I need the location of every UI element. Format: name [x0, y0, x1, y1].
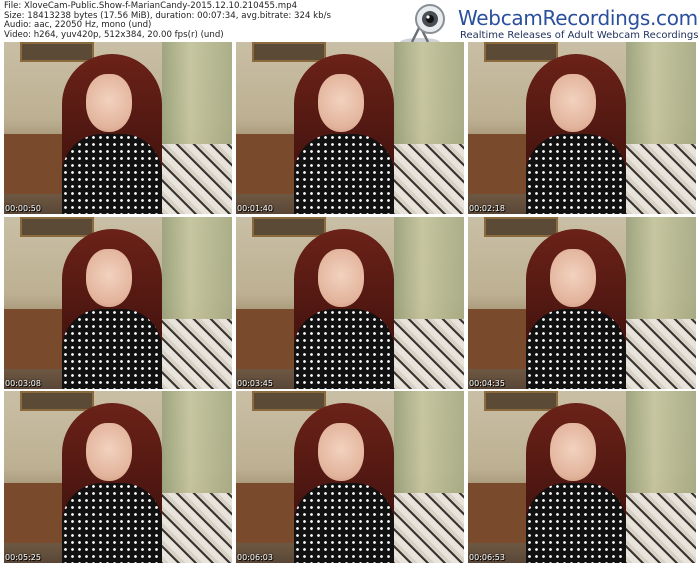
thumbnail-8: 00:06:03	[236, 391, 464, 563]
thumbnail-timestamp: 00:03:45	[237, 379, 273, 388]
thumbnail-4: 00:03:08	[4, 217, 232, 389]
meta-video-line: Video: h264, yuv420p, 512x384, 20.00 fps…	[4, 29, 224, 40]
file-metadata: File: XloveCam-Public.Show-f-MarianCandy…	[4, 1, 331, 40]
thumbnail-timestamp: 00:01:40	[237, 204, 273, 213]
thumbnail-timestamp: 00:06:03	[237, 553, 273, 562]
thumbnail-timestamp: 00:05:25	[5, 553, 41, 562]
thumbnail-9: 00:06:53	[468, 391, 696, 563]
thumbnail-5: 00:03:45	[236, 217, 464, 389]
thumbnail-timestamp: 00:03:08	[5, 379, 41, 388]
info-header: File: XloveCam-Public.Show-f-MarianCandy…	[0, 0, 700, 46]
thumbnail-timestamp: 00:00:50	[5, 204, 41, 213]
thumbnail-timestamp: 00:04:35	[469, 379, 505, 388]
thumbnail-6: 00:04:35	[468, 217, 696, 389]
thumbnail-7: 00:05:25	[4, 391, 232, 563]
brand-name: WebcamRecordings.com	[458, 6, 698, 30]
site-logo: WebcamRecordings.com Realtime Releases o…	[398, 2, 698, 46]
thumbnail-2: 00:01:40	[236, 42, 464, 214]
thumbnail-timestamp: 00:06:53	[469, 553, 505, 562]
brand-tagline: Realtime Releases of Adult Webcam Record…	[460, 30, 699, 41]
thumbnail-1: 00:00:50	[4, 42, 232, 214]
thumbnail-3: 00:02:18	[468, 42, 696, 214]
thumbnail-timestamp: 00:02:18	[469, 204, 505, 213]
